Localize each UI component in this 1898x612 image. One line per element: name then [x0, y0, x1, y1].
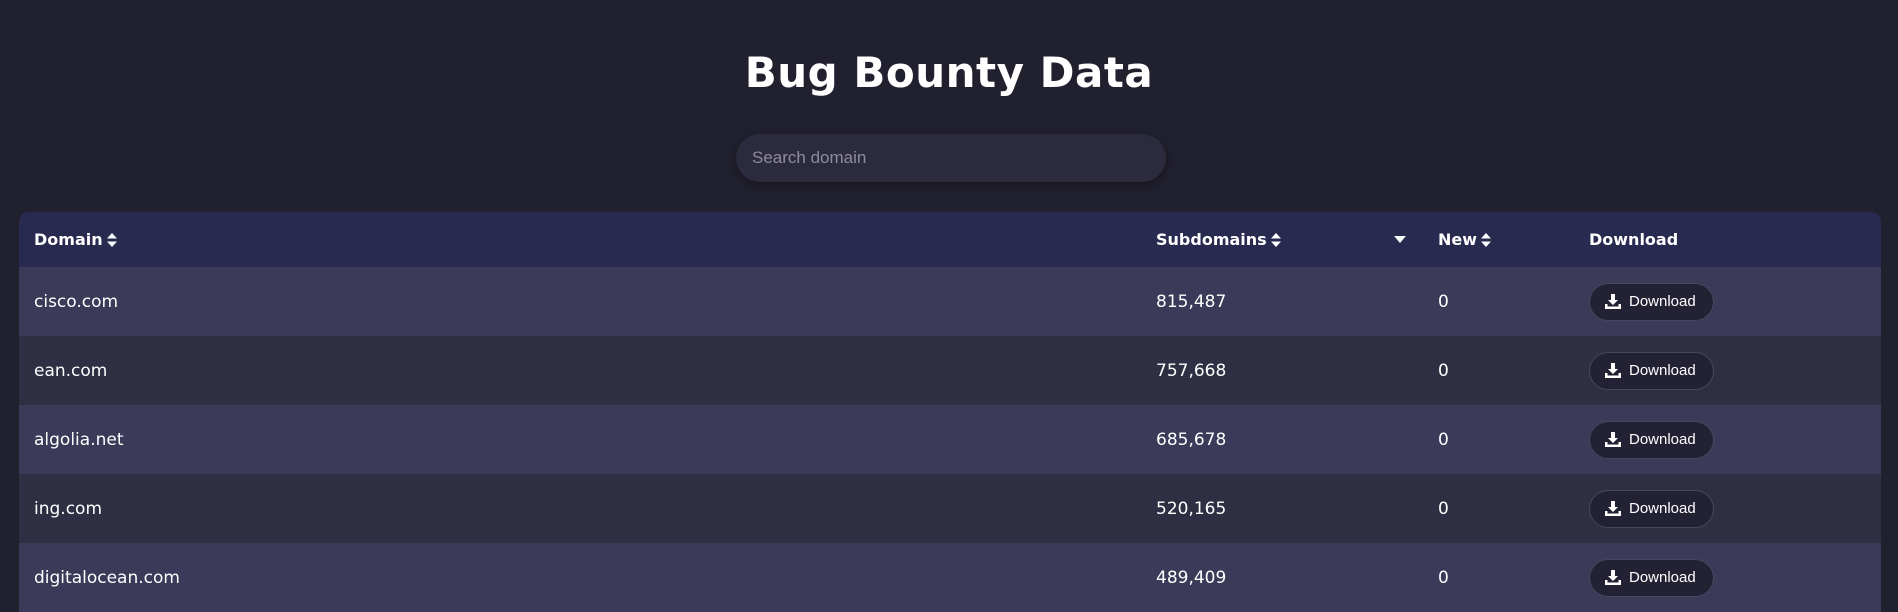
download-button[interactable]: Download [1589, 351, 1714, 390]
page: Bug Bounty Data Domain Subdomains [0, 0, 1898, 612]
sort-icon[interactable] [106, 232, 117, 247]
new-count: 0 [1438, 291, 1449, 312]
table-body: cisco.com 815,487 0 Download ean.com 757,668 0… [19, 267, 1881, 612]
download-button[interactable]: Download [1589, 489, 1714, 528]
header-domain[interactable]: Domain [34, 212, 117, 267]
table-row: ing.com 520,165 0 Download [19, 474, 1881, 543]
subdomains-cell: 520,165 [1156, 474, 1226, 543]
new-cell: 0 [1438, 267, 1449, 336]
download-icon [1605, 294, 1621, 309]
header-new-label: New [1438, 230, 1478, 249]
table-row: cisco.com 815,487 0 Download [19, 267, 1881, 336]
download-icon [1605, 501, 1621, 516]
download-button[interactable]: Download [1589, 282, 1714, 321]
domain-name: ing.com [34, 498, 102, 519]
download-button-label: Download [1629, 500, 1696, 517]
subdomains-cell: 685,678 [1156, 405, 1226, 474]
table-row: ean.com 757,668 0 Download [19, 336, 1881, 405]
download-button-label: Download [1629, 569, 1696, 586]
new-cell: 0 [1438, 543, 1449, 612]
subdomain-count: 757,668 [1156, 360, 1227, 381]
search-input[interactable] [736, 134, 1166, 182]
subdomain-count: 815,487 [1156, 291, 1227, 312]
header-subdomains-label: Subdomains [1156, 230, 1267, 249]
new-count: 0 [1438, 360, 1449, 381]
new-cell: 0 [1438, 474, 1449, 543]
download-icon [1605, 432, 1621, 447]
download-button[interactable]: Download [1589, 420, 1714, 459]
domain-name: digitalocean.com [34, 567, 180, 588]
download-icon [1605, 570, 1621, 585]
download-cell: Download [1589, 405, 1714, 474]
subdomain-count: 520,165 [1156, 498, 1227, 519]
download-cell: Download [1589, 336, 1714, 405]
domain-cell: digitalocean.com [34, 543, 180, 612]
download-button[interactable]: Download [1589, 558, 1714, 597]
header-subdomains[interactable]: Subdomains [1156, 212, 1281, 267]
new-count: 0 [1438, 498, 1449, 519]
domain-cell: ing.com [34, 474, 102, 543]
subdomain-count: 685,678 [1156, 429, 1227, 450]
domain-name: cisco.com [34, 291, 119, 312]
subdomains-cell: 489,409 [1156, 543, 1226, 612]
domain-cell: algolia.net [34, 405, 124, 474]
subdomains-cell: 757,668 [1156, 336, 1226, 405]
table-row: algolia.net 685,678 0 Download [19, 405, 1881, 474]
table-row: digitalocean.com 489,409 0 Download [19, 543, 1881, 612]
domain-name: ean.com [34, 360, 108, 381]
download-cell: Download [1589, 267, 1714, 336]
new-count: 0 [1438, 429, 1449, 450]
domain-cell: ean.com [34, 336, 107, 405]
sort-icon[interactable] [1270, 232, 1281, 247]
new-cell: 0 [1438, 336, 1449, 405]
subdomains-cell: 815,487 [1156, 267, 1226, 336]
search-bar [736, 134, 1166, 182]
table-header: Domain Subdomains New Download [19, 212, 1881, 267]
header-download-label: Download [1589, 230, 1679, 249]
domains-table: Domain Subdomains New Download cisco.com… [19, 212, 1881, 612]
header-download: Download [1589, 212, 1678, 267]
header-domain-label: Domain [34, 230, 103, 249]
download-button-label: Download [1629, 362, 1696, 379]
page-title: Bug Bounty Data [744, 48, 1154, 97]
caret-down-icon[interactable] [1394, 236, 1406, 243]
domain-cell: cisco.com [34, 267, 118, 336]
download-icon [1605, 363, 1621, 378]
sort-icon[interactable] [1481, 232, 1492, 247]
domain-name: algolia.net [34, 429, 124, 450]
header-new[interactable]: New [1438, 212, 1492, 267]
download-button-label: Download [1629, 293, 1696, 310]
download-cell: Download [1589, 543, 1714, 612]
download-cell: Download [1589, 474, 1714, 543]
subdomain-count: 489,409 [1156, 567, 1227, 588]
new-count: 0 [1438, 567, 1449, 588]
download-button-label: Download [1629, 431, 1696, 448]
new-cell: 0 [1438, 405, 1449, 474]
subdomains-filter[interactable] [1394, 212, 1406, 267]
